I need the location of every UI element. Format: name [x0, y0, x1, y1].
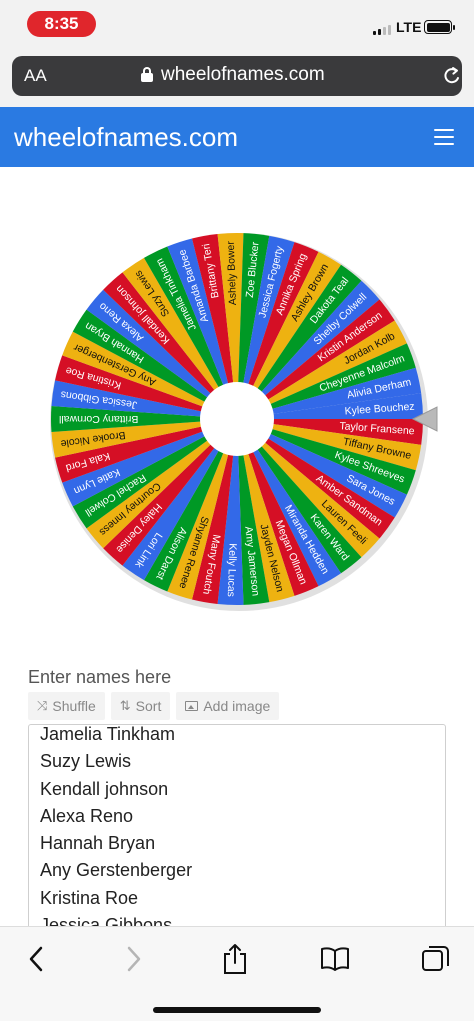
tabs-icon[interactable] — [421, 944, 451, 974]
name-entry: Jamelia Tinkham — [40, 724, 176, 744]
editor-toolbar: ⤨ Shuffle ⇅ Sort Add image — [28, 692, 280, 720]
name-entry: Alexa Reno — [40, 805, 134, 826]
sort-button[interactable]: ⇅ Sort — [110, 692, 171, 720]
names-label: Enter names here — [28, 667, 172, 687]
wheel-center[interactable] — [200, 382, 274, 456]
address-bar[interactable]: AA wheelofnames.com — [12, 56, 462, 96]
name-entry: Hannah Bryan — [40, 833, 156, 854]
name-entry: Any Gerstenberger — [40, 860, 193, 881]
names-textarea[interactable]: Jamelia Tinkham Suzy Lewis Kendall johnson… — [28, 724, 446, 929]
battery-icon — [424, 20, 455, 34]
name-wheel[interactable]: Kylee BouchezTaylor FranseneTiffany Brow… — [0, 167, 474, 627]
back-icon[interactable] — [27, 945, 45, 973]
names-list: Jamelia Tinkham Suzy Lewis Kendall johnson… — [29, 724, 445, 928]
signal-icon — [373, 25, 391, 35]
reader-settings-button[interactable]: AA — [24, 66, 47, 86]
add-image-label: Add image — [203, 698, 271, 714]
shuffle-label: Shuffle — [52, 698, 96, 714]
browser-toolbar — [0, 926, 474, 1021]
sort-label: Sort — [135, 698, 162, 714]
reload-icon[interactable] — [442, 65, 462, 93]
url-text[interactable]: wheelofnames.com — [161, 64, 325, 86]
reader-settings-label: AA — [24, 66, 47, 85]
name-entry: Kendall johnson — [40, 778, 169, 799]
add-image-button[interactable]: Add image — [176, 692, 280, 720]
image-icon — [185, 701, 199, 711]
shuffle-button[interactable]: ⤨ Shuffle — [28, 692, 105, 720]
shuffle-icon: ⤨ — [37, 698, 48, 713]
bookmarks-icon[interactable] — [320, 947, 350, 971]
status-bar: 8:35 LTE — [0, 0, 474, 48]
forward-icon[interactable] — [125, 945, 143, 973]
network-label: LTE — [396, 19, 422, 35]
browser-url-area: AA wheelofnames.com — [0, 48, 474, 107]
wheel-segment-label: Ashely Bower — [225, 240, 239, 305]
name-entry: Kristina Roe — [40, 887, 139, 908]
sort-icon: ⇅ — [119, 698, 131, 713]
name-entry: Suzy Lewis — [40, 751, 132, 772]
home-indicator — [153, 1007, 321, 1013]
site-header: wheelofnames.com — [0, 107, 474, 167]
lock-icon — [141, 67, 153, 82]
site-title[interactable]: wheelofnames.com — [14, 122, 238, 153]
wheel-segment-label: Brittany Cornwall — [59, 413, 138, 425]
wheel-segment-label: Kelly Lucas — [225, 543, 239, 597]
share-icon[interactable] — [222, 943, 248, 975]
clock: 8:35 — [27, 11, 96, 37]
menu-icon[interactable] — [434, 129, 454, 145]
